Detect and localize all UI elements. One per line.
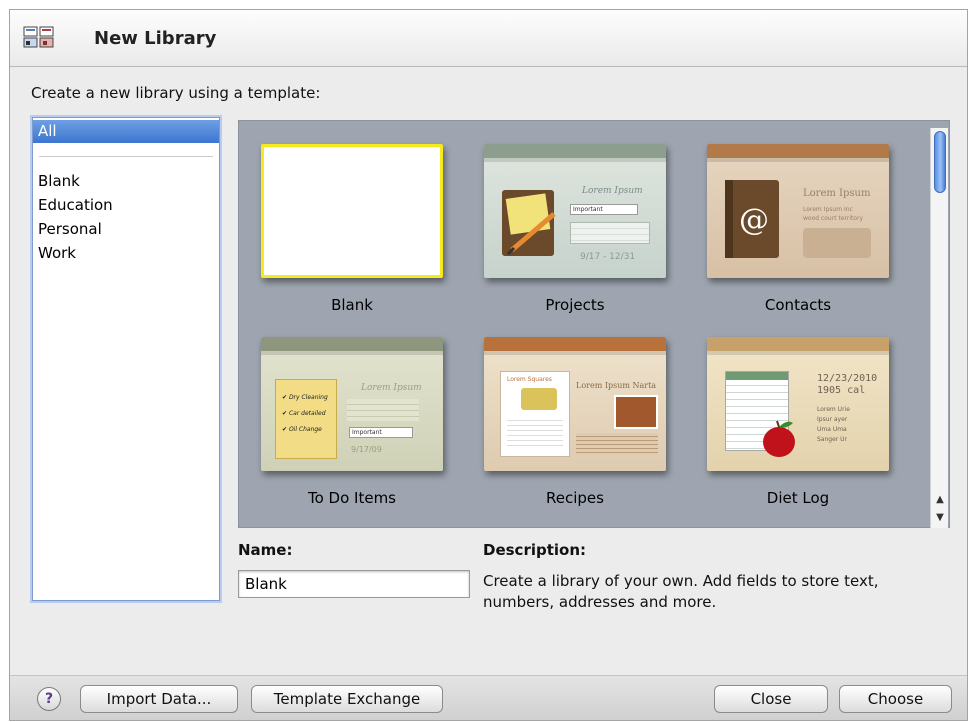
apple-icon bbox=[763, 420, 795, 457]
template-thumbnail[interactable]: ✔ Dry Cleaning ✔ Car detailed ✔ Oil Chan… bbox=[261, 337, 443, 471]
diet-log-date: 12/23/2010 bbox=[817, 373, 878, 384]
template-band bbox=[707, 144, 889, 158]
notepad-icon: ✔ Dry Cleaning ✔ Car detailed ✔ Oil Chan… bbox=[275, 379, 337, 459]
template-stripe bbox=[707, 351, 889, 355]
template-label: Blank bbox=[331, 296, 373, 314]
template-lines bbox=[347, 399, 419, 421]
template-lines bbox=[576, 433, 658, 455]
template-label: Recipes bbox=[546, 489, 604, 507]
address-book-icon: @ bbox=[725, 180, 779, 258]
notebook-icon bbox=[502, 190, 556, 256]
name-input[interactable] bbox=[238, 570, 470, 598]
template-band bbox=[707, 337, 889, 351]
template-heading: Lorem Ipsum bbox=[361, 383, 422, 393]
template-lines: Lorem Urie Ipsur ayer Uma Uma Sanger Ur bbox=[817, 406, 850, 443]
category-item-personal[interactable]: Personal bbox=[33, 218, 219, 241]
template-stripe bbox=[261, 351, 443, 355]
category-separator bbox=[39, 156, 213, 157]
template-thumbnail[interactable]: @ Lorem Ipsum Lorem Ipsum Inc wood court… bbox=[707, 144, 889, 278]
template-popup: Important bbox=[570, 204, 638, 215]
template-stripe bbox=[484, 158, 666, 162]
help-button[interactable]: ? bbox=[37, 687, 61, 711]
template-dates: 9/17 - 12/31 bbox=[580, 252, 636, 262]
template-band bbox=[484, 337, 666, 351]
category-item-work[interactable]: Work bbox=[33, 242, 219, 265]
recipe-photo bbox=[614, 395, 658, 429]
template-line: wood court territory bbox=[803, 215, 864, 222]
svg-text:@: @ bbox=[739, 203, 769, 238]
scrollbar-thumb[interactable] bbox=[934, 131, 946, 193]
library-icon bbox=[23, 26, 54, 48]
template-stripe bbox=[484, 351, 666, 355]
template-thumbnail[interactable] bbox=[261, 144, 443, 278]
todo-check-item: ✔ Oil Change bbox=[282, 426, 322, 433]
template-label: To Do Items bbox=[307, 489, 396, 507]
new-library-dialog: New Library Create a new library using a… bbox=[9, 9, 968, 721]
template-popup: Important bbox=[349, 427, 413, 438]
template-gallery[interactable]: Blank Lorem Ipsum Important 9/17 - 12/31… bbox=[238, 120, 950, 528]
template-band bbox=[261, 337, 443, 351]
template-prompt: Create a new library using a template: bbox=[31, 84, 321, 102]
gallery-scrollbar[interactable]: ▲ ▼ bbox=[930, 128, 948, 528]
template-thumbnail[interactable]: Lorem Squares Lorem Ipsum Narta bbox=[484, 337, 666, 471]
todo-check-item: ✔ Car detailed bbox=[282, 410, 326, 417]
template-label: Diet Log bbox=[766, 489, 830, 507]
template-stripe bbox=[707, 158, 889, 162]
description-text: Create a library of your own. Add fields… bbox=[483, 572, 879, 611]
template-thumbnail[interactable]: Lorem Ipsum Important 9/17 - 12/31 bbox=[484, 144, 666, 278]
import-data-button[interactable]: Import Data... bbox=[80, 685, 238, 713]
category-item-all[interactable]: All bbox=[33, 120, 219, 143]
recipe-card: Lorem Squares bbox=[500, 371, 570, 457]
category-item-blank[interactable]: Blank bbox=[33, 170, 219, 193]
template-table bbox=[570, 222, 650, 244]
title-bar: New Library bbox=[10, 10, 967, 67]
scroll-up-arrow-icon[interactable]: ▲ bbox=[931, 490, 949, 510]
template-heading: Lorem Ipsum Narta bbox=[576, 381, 657, 390]
todo-check-item: ✔ Dry Cleaning bbox=[282, 394, 328, 401]
template-line: Lorem Ipsum Inc bbox=[803, 206, 853, 213]
close-button[interactable]: Close bbox=[714, 685, 828, 713]
template-band bbox=[484, 144, 666, 158]
template-address-card bbox=[803, 228, 871, 258]
category-item-education[interactable]: Education bbox=[33, 194, 219, 217]
template-exchange-button[interactable]: Template Exchange bbox=[251, 685, 443, 713]
description-label: Description: bbox=[483, 541, 587, 559]
name-label: Name: bbox=[238, 541, 293, 559]
bottom-toolbar: ? Import Data... Template Exchange Close… bbox=[10, 675, 967, 720]
choose-button[interactable]: Choose bbox=[839, 685, 952, 713]
category-list[interactable]: All Blank Education Personal Work bbox=[32, 117, 220, 601]
template-heading: Lorem Ipsum bbox=[803, 188, 871, 199]
diet-log-calories: 1905 cal bbox=[817, 385, 866, 396]
template-label: Projects bbox=[545, 296, 605, 314]
scroll-down-arrow-icon[interactable]: ▼ bbox=[931, 508, 949, 528]
window-title: New Library bbox=[94, 28, 217, 49]
template-dates: 9/17/09 bbox=[351, 445, 382, 454]
template-label: Contacts bbox=[764, 296, 832, 314]
template-thumbnail[interactable]: 12/23/2010 1905 cal Lorem Urie Ipsur aye… bbox=[707, 337, 889, 471]
template-heading: Lorem Ipsum bbox=[582, 186, 643, 196]
